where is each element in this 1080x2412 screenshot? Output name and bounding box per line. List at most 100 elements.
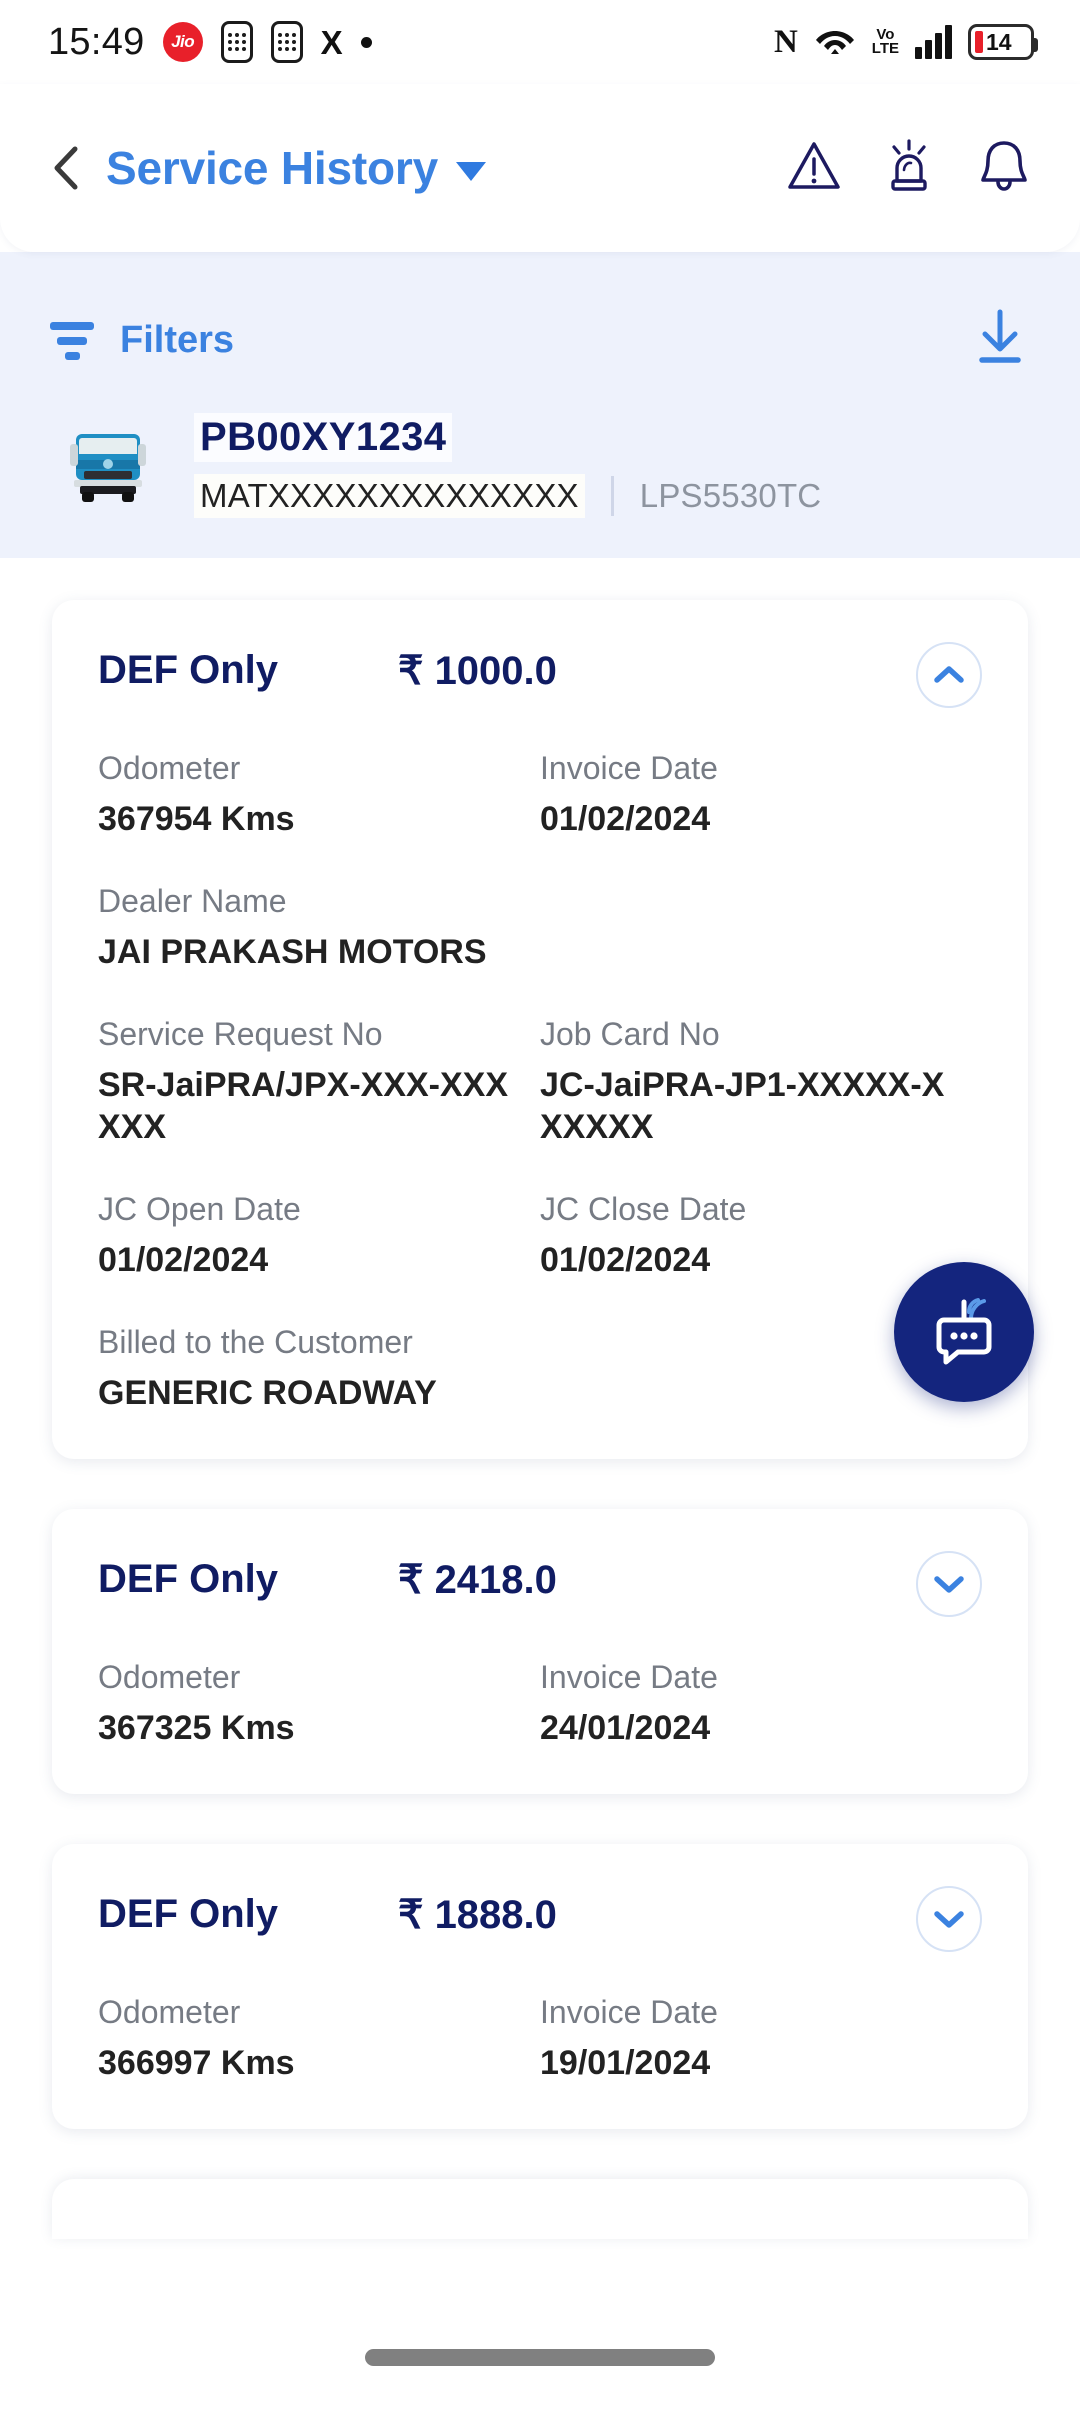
bell-icon[interactable] [976, 137, 1032, 200]
signal-strength-icon [915, 25, 952, 59]
row-odometer-invoice: Odometer 366997 Kms Invoice Date 19/01/2… [98, 1992, 982, 2085]
field-value: 01/02/2024 [540, 800, 711, 838]
field-value: SR-JaiPRA/JPX-XXX-XXXXXX [98, 1065, 509, 1147]
service-card-header: DEF Only ₹ 1000.0 [98, 642, 982, 708]
service-card-header: DEF Only ₹ 2418.0 [98, 1550, 982, 1617]
field-label: Invoice Date [540, 750, 718, 786]
status-bar: 15:49 Jio X N Vo LTE 14 [0, 0, 1080, 84]
field-label: Service Request No [98, 1015, 383, 1052]
field-value: 19/01/2024 [540, 2043, 711, 2082]
service-history-list[interactable]: DEF Only ₹ 1000.0 Odometer 367954 Kms In… [0, 558, 1080, 2302]
warning-triangle-icon[interactable] [786, 138, 842, 199]
service-card[interactable]: DEF Only ₹ 1000.0 Odometer 367954 Kms In… [52, 600, 1028, 1459]
service-card[interactable]: DEF Only ₹ 1888.0 Odometer 366997 Kms In… [52, 1843, 1028, 2129]
service-price-label: ₹ 1000.0 [398, 649, 557, 693]
header-actions [786, 137, 1032, 200]
vehicle-registration: PB00XY1234 [194, 413, 453, 462]
funnel-icon [50, 321, 94, 360]
sim-card-2-icon [270, 21, 303, 63]
field-label: Odometer [98, 1993, 241, 2030]
field-jc-open-date: JC Open Date 01/02/2024 [98, 1189, 540, 1282]
chevron-up-icon[interactable] [916, 642, 982, 708]
field-value: 366997 Kms [98, 2043, 295, 2082]
field-value: 01/02/2024 [98, 1241, 269, 1280]
status-bar-right: N Vo LTE 14 [774, 23, 1038, 62]
siren-icon[interactable] [880, 137, 938, 200]
chatbot-fab-button[interactable] [894, 1262, 1034, 1402]
service-type-label: DEF Only [98, 648, 279, 692]
filters-button[interactable]: Filters [50, 319, 234, 362]
field-odometer: Odometer 367954 Kms [98, 748, 540, 841]
field-label: Odometer [98, 1658, 241, 1695]
home-indicator[interactable] [365, 2348, 715, 2366]
field-label: Billed to the Customer [98, 1324, 413, 1361]
vehicle-divider [610, 476, 614, 516]
field-invoice-date: Invoice Date 01/02/2024 [540, 748, 982, 841]
row-jc-dates: JC Open Date 01/02/2024 JC Close Date 01… [98, 1189, 982, 1282]
field-invoice-date: Invoice Date 24/01/2024 [540, 1657, 982, 1750]
row-sr-jc: Service Request No SR-JaiPRA/JPX-XXX-XXX… [98, 1014, 982, 1150]
field-label: Dealer Name [98, 882, 287, 919]
field-value: 01/02/2024 [540, 1241, 711, 1280]
phone-screen: 15:49 Jio X N Vo LTE 14 Service History … [0, 0, 1080, 2412]
service-card-partial[interactable] [52, 2178, 1028, 2239]
page-title-dropdown[interactable]: Service History [106, 141, 486, 195]
vehicle-sub-row: MATXXXXXXXXXXXXXX LPS5530TC [194, 474, 821, 518]
jio-carrier-icon: Jio [162, 22, 203, 62]
field-billed-to-customer: Billed to the Customer GENERIC ROADWAY [98, 1322, 982, 1415]
x-app-icon: X [320, 23, 343, 61]
battery-fill [975, 31, 983, 53]
service-type-label: DEF Only [98, 1556, 279, 1601]
field-jc-close-date: JC Close Date 01/02/2024 [540, 1189, 982, 1282]
field-odometer: Odometer 366997 Kms [98, 1992, 540, 2085]
field-label: JC Close Date [540, 1191, 747, 1228]
battery-icon: 14 [968, 24, 1038, 60]
status-bar-left: 15:49 Jio X [48, 21, 372, 64]
more-notifications-dot-icon [360, 36, 372, 48]
app-header: Service History [0, 84, 1080, 252]
row-odometer-invoice: Odometer 367954 Kms Invoice Date 01/02/2… [98, 748, 982, 841]
field-value: 24/01/2024 [540, 1708, 711, 1747]
filter-row: Filters [50, 306, 1030, 375]
field-value: JAI PRAKASH MOTORS [98, 932, 487, 971]
chevron-down-icon[interactable] [916, 1550, 982, 1617]
row-odometer-invoice: Odometer 367325 Kms Invoice Date 24/01/2… [98, 1657, 982, 1750]
field-invoice-date: Invoice Date 19/01/2024 [540, 1992, 982, 2085]
field-label: Odometer [98, 750, 241, 786]
field-label: JC Open Date [98, 1191, 301, 1228]
field-service-request-no: Service Request No SR-JaiPRA/JPX-XXX-XXX… [98, 1014, 540, 1150]
service-card[interactable]: DEF Only ₹ 2418.0 Odometer 367325 Kms In… [52, 1508, 1028, 1794]
status-time: 15:49 [48, 20, 145, 63]
vehicle-info: PB00XY1234 MATXXXXXXXXXXXXXX LPS5530TC [194, 413, 821, 518]
field-label: Job Card No [540, 1015, 720, 1052]
field-label: Invoice Date [540, 1993, 718, 2030]
field-value: GENERIC ROADWAY [98, 1374, 437, 1413]
service-card-header: DEF Only ₹ 1888.0 [98, 1885, 982, 1952]
field-odometer: Odometer 367325 Kms [98, 1657, 540, 1750]
sim-card-1-icon [220, 21, 253, 63]
truck-icon [62, 426, 154, 506]
caret-down-icon [455, 161, 486, 181]
back-button[interactable] [44, 146, 88, 190]
service-price-label: ₹ 1888.0 [398, 1892, 557, 1937]
row-billed: Billed to the Customer GENERIC ROADWAY [98, 1322, 982, 1415]
filters-label: Filters [120, 319, 235, 361]
vehicle-model: LPS5530TC [639, 477, 822, 514]
field-value: JC-JaiPRA-JP1-XXXXX-XXXXXX [540, 1065, 945, 1147]
navigation-bar [0, 2302, 1080, 2412]
field-value: 367325 Kms [98, 1708, 295, 1747]
chatbot-icon [922, 1288, 1006, 1377]
service-price-label: ₹ 2418.0 [398, 1557, 557, 1602]
filter-vehicle-panel: Filters PB00XY1234 MATXXXXXXXXXXXXXX LPS… [0, 252, 1080, 558]
field-value: 367954 Kms [98, 800, 295, 838]
chevron-down-icon[interactable] [916, 1885, 982, 1952]
vehicle-summary: PB00XY1234 MATXXXXXXXXXXXXXX LPS5530TC [50, 413, 1030, 518]
field-job-card-no: Job Card No JC-JaiPRA-JP1-XXXXX-XXXXXX [540, 1014, 982, 1150]
vehicle-vin: MATXXXXXXXXXXXXXX [194, 474, 585, 518]
field-label: Invoice Date [540, 1658, 718, 1695]
download-button[interactable] [970, 306, 1030, 375]
row-dealer: Dealer Name JAI PRAKASH MOTORS [98, 881, 982, 974]
field-dealer-name: Dealer Name JAI PRAKASH MOTORS [98, 881, 982, 974]
battery-percent-label: 14 [986, 28, 1012, 55]
service-type-label: DEF Only [98, 1891, 279, 1936]
